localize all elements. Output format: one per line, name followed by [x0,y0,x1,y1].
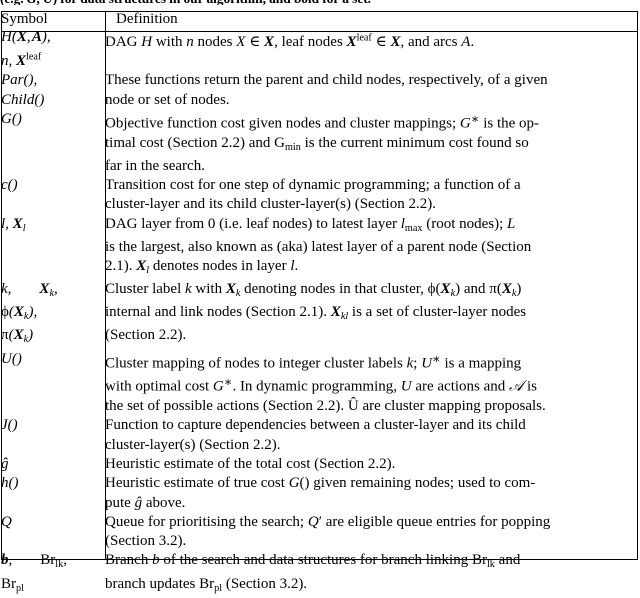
symbol-cell: c() [1,176,18,193]
table-row: c() Transition cost for one step of dyna… [1,176,637,215]
table-row: h() Heuristic estimate of true cost G() … [1,474,637,513]
symbol-definition-table: Symbol Definition H(X, A), n, Xleaf DAG … [1,11,637,598]
definition-cell: These functions return the parent and ch… [105,72,548,108]
symbol-cell: Q [1,513,12,530]
definition-cell: Cluster label k with Xk denoting nodes i… [105,281,527,344]
definition-cell: DAG H with n nodes X ∈ X, leaf nodes Xle… [105,32,475,50]
symbol-cell: U() [1,350,22,367]
table-row: U() Cluster mapping of nodes to integer … [1,350,637,417]
column-header-symbol: Symbol [1,11,48,27]
table-row: Q Queue for prioritising the search; Q′ … [1,513,637,552]
table-row: J() Function to capture dependencies bet… [1,416,637,455]
table-header-row: Symbol Definition [1,11,637,28]
table-row: k, Xk, ϕ(Xk), π(Xk) Cluster label k with … [1,280,637,349]
definition-cell: Objective function cost given nodes and … [105,111,540,174]
table-row: l, Xl DAG layer from 0 (i.e. leaf nodes)… [1,215,637,281]
column-header-definition: Definition [116,11,178,27]
paper-page: (e.g. G, U) for data structures in our a… [0,0,640,593]
definition-cell: Heuristic estimate of the total cost (Se… [105,455,396,472]
symbol-cell: b, Brlk, Brpl [1,552,67,594]
definition-cell: Function to capture dependencies between… [105,417,526,453]
symbol-cell: H(X, A), n, Xleaf [1,29,51,69]
definition-cell: Transition cost for one step of dynamic … [105,176,521,213]
definition-cell: Heuristic estimate of true cost G() give… [105,475,536,511]
table-row: ĝ Heuristic estimate of the total cost … [1,455,637,474]
table-row: Par(), Child() These functions return th… [1,71,637,110]
table-right-border [637,11,638,560]
symbol-cell: G() [1,110,22,127]
symbol-cell: ĝ [1,455,9,472]
symbol-cell: J() [1,417,18,434]
symbol-cell: k, Xk, ϕ(Xk), π(Xk) [1,281,58,346]
symbol-cell: l, Xl [1,215,26,234]
definition-cell: Branch b of the search and data structur… [105,552,521,594]
definition-cell: DAG layer from 0 (i.e. leaf nodes) to la… [105,215,532,276]
table-row: G() Objective function cost given nodes … [1,110,637,176]
table-caption-clipped: (e.g. G, U) for data structures in our a… [0,0,640,5]
table-row: H(X, A), n, Xleaf DAG H with n nodes X ∈… [1,28,637,71]
definition-cell: Cluster mapping of nodes to integer clus… [105,351,546,415]
symbol-cell: h() [1,475,19,492]
definition-cell: Queue for prioritising the search; Q′ ar… [105,513,551,550]
symbol-cell: Par(), Child() [1,72,45,108]
table-row: b, Brlk, Brpl Branch b of the search and … [1,551,637,597]
